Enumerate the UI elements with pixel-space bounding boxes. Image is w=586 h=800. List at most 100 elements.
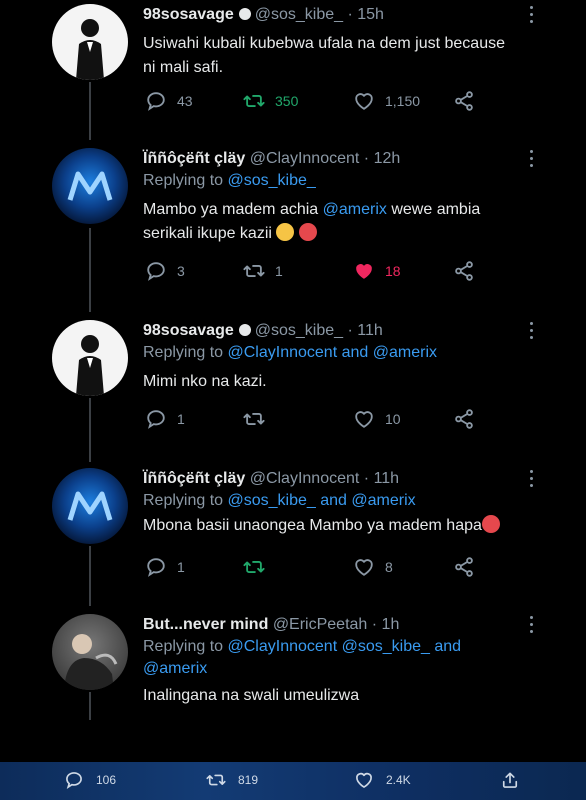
bottom-retweet-button[interactable]: 819 — [206, 770, 258, 790]
bottom-like-button[interactable]: 2.4K — [354, 770, 411, 790]
avatar[interactable] — [52, 614, 128, 690]
upload-icon — [500, 770, 520, 790]
more-icon[interactable] — [530, 616, 534, 634]
like-button[interactable]: 10 — [353, 408, 401, 430]
display-name[interactable]: 98sosavage — [143, 6, 234, 23]
reply-count: 43 — [177, 93, 193, 109]
display-name[interactable]: Ïññôçëñt çläy — [143, 470, 245, 487]
handle[interactable]: @ClayInnocent — [250, 470, 360, 487]
verified-icon — [238, 324, 251, 336]
avatar[interactable] — [52, 4, 128, 80]
replying-prefix: Replying to — [143, 344, 224, 361]
retweet-icon — [243, 260, 265, 282]
timestamp[interactable]: 15h — [357, 6, 384, 23]
separator-dot: · — [343, 322, 358, 339]
display-name[interactable]: 98sosavage — [143, 322, 234, 339]
tweet[interactable]: 98sosavage @sos_kibe_ · 11h Replying to @… — [0, 316, 586, 446]
bottom-share-button[interactable] — [500, 770, 520, 790]
mention-link[interactable]: @ClayInnocent — [228, 344, 338, 361]
reply-button[interactable]: 3 — [145, 260, 185, 282]
timestamp[interactable]: 11h — [357, 322, 383, 339]
angry-emoji-icon — [298, 223, 317, 241]
verified-icon — [238, 8, 251, 20]
share-button[interactable] — [453, 90, 475, 112]
share-button[interactable] — [453, 556, 475, 578]
tweet[interactable]: Ïññôçëñt çläy @ClayInnocent · 11h Replyi… — [0, 464, 586, 594]
retweet-icon — [243, 408, 265, 430]
like-button[interactable]: 18 — [353, 260, 401, 282]
replying-to: Replying to @sos_kibe_ and @amerix — [143, 490, 556, 512]
retweet-icon — [206, 770, 226, 790]
more-icon[interactable] — [530, 6, 534, 24]
reply-icon — [145, 90, 167, 112]
tweet-text: Mbona basii unaongea Mambo ya madem hapa — [143, 514, 556, 538]
like-button[interactable]: 8 — [353, 556, 393, 578]
handle[interactable]: @sos_kibe_ — [255, 6, 343, 23]
bottom-reply-count: 106 — [96, 773, 117, 787]
retweet-button[interactable]: 350 — [243, 90, 298, 112]
bottom-reply-button[interactable]: 106 — [64, 770, 116, 790]
reply-count: 1 — [177, 559, 185, 575]
handle[interactable]: @ClayInnocent — [250, 150, 360, 167]
mention-link[interactable]: @sos_kibe_ — [342, 638, 430, 655]
mention-link[interactable]: @amerix — [323, 201, 387, 218]
like-count: 10 — [385, 411, 401, 427]
replying-to: Replying to @ClayInnocent @sos_kibe_ and… — [143, 636, 556, 680]
replying-and: and — [341, 344, 369, 361]
reply-icon — [145, 408, 167, 430]
mention-link[interactable]: @amerix — [143, 660, 207, 677]
avatar[interactable] — [52, 148, 128, 224]
more-icon[interactable] — [530, 322, 534, 340]
avatar-logo-image — [67, 171, 113, 201]
share-icon — [453, 90, 475, 112]
handle[interactable]: @sos_kibe_ — [255, 322, 343, 339]
tweet-text: Mimi nko na kazi. — [143, 370, 556, 394]
share-icon — [453, 260, 475, 282]
retweet-button[interactable] — [243, 556, 275, 578]
reply-button[interactable]: 43 — [145, 90, 193, 112]
tweet-text: Usiwahi kubali kubebwa ufala na dem just… — [143, 32, 556, 80]
reply-count: 1 — [177, 411, 185, 427]
tweet[interactable]: Ïññôçëñt çläy @ClayInnocent · 12h Replyi… — [0, 144, 586, 294]
tweet-header: But...never mind @EricPeetah · 1h — [143, 614, 556, 636]
avatar[interactable] — [52, 320, 128, 396]
like-icon — [353, 408, 375, 430]
like-icon — [353, 90, 375, 112]
tweet-header: Ïññôçëñt çläy @ClayInnocent · 11h — [143, 468, 556, 490]
tweet-header: 98sosavage @sos_kibe_ · 11h — [143, 320, 556, 342]
like-count: 8 — [385, 559, 393, 575]
tweet[interactable]: But...never mind @EricPeetah · 1h Replyi… — [0, 610, 586, 740]
tweet-text-line: Mimi nko na kazi. — [143, 373, 267, 390]
replying-prefix: Replying to — [143, 492, 224, 509]
avatar-figure-image — [76, 19, 104, 80]
more-icon[interactable] — [530, 150, 534, 168]
mention-link[interactable]: @ClayInnocent — [228, 638, 338, 655]
mention-link[interactable]: @amerix — [373, 344, 437, 361]
retweet-icon — [243, 556, 265, 578]
replying-and: and — [434, 638, 462, 655]
mention-link[interactable]: @sos_kibe_ — [228, 172, 316, 189]
display-name[interactable]: Ïññôçëñt çläy — [143, 150, 245, 167]
share-button[interactable] — [453, 260, 475, 282]
reply-button[interactable]: 1 — [145, 556, 185, 578]
retweet-count: 1 — [275, 263, 283, 279]
share-button[interactable] — [453, 408, 475, 430]
like-icon — [353, 260, 375, 282]
display-name[interactable]: But...never mind — [143, 616, 268, 633]
retweet-count: 350 — [275, 93, 299, 109]
handle[interactable]: @EricPeetah — [273, 616, 368, 633]
mention-link[interactable]: @sos_kibe_ — [228, 492, 316, 509]
reply-button[interactable]: 1 — [145, 408, 185, 430]
timestamp[interactable]: 11h — [374, 470, 400, 487]
like-button[interactable]: 1,150 — [353, 90, 420, 112]
retweet-button[interactable]: 1 — [243, 260, 283, 282]
timestamp[interactable]: 12h — [374, 150, 401, 167]
timestamp[interactable]: 1h — [382, 616, 400, 633]
like-icon — [353, 556, 375, 578]
tweet[interactable]: 98sosavage @sos_kibe_ · 15h Usiwahi kubal… — [0, 0, 586, 120]
mention-link[interactable]: @amerix — [351, 492, 415, 509]
retweet-button[interactable] — [243, 408, 275, 430]
reply-icon — [64, 770, 84, 790]
more-icon[interactable] — [530, 470, 534, 488]
avatar[interactable] — [52, 468, 128, 544]
